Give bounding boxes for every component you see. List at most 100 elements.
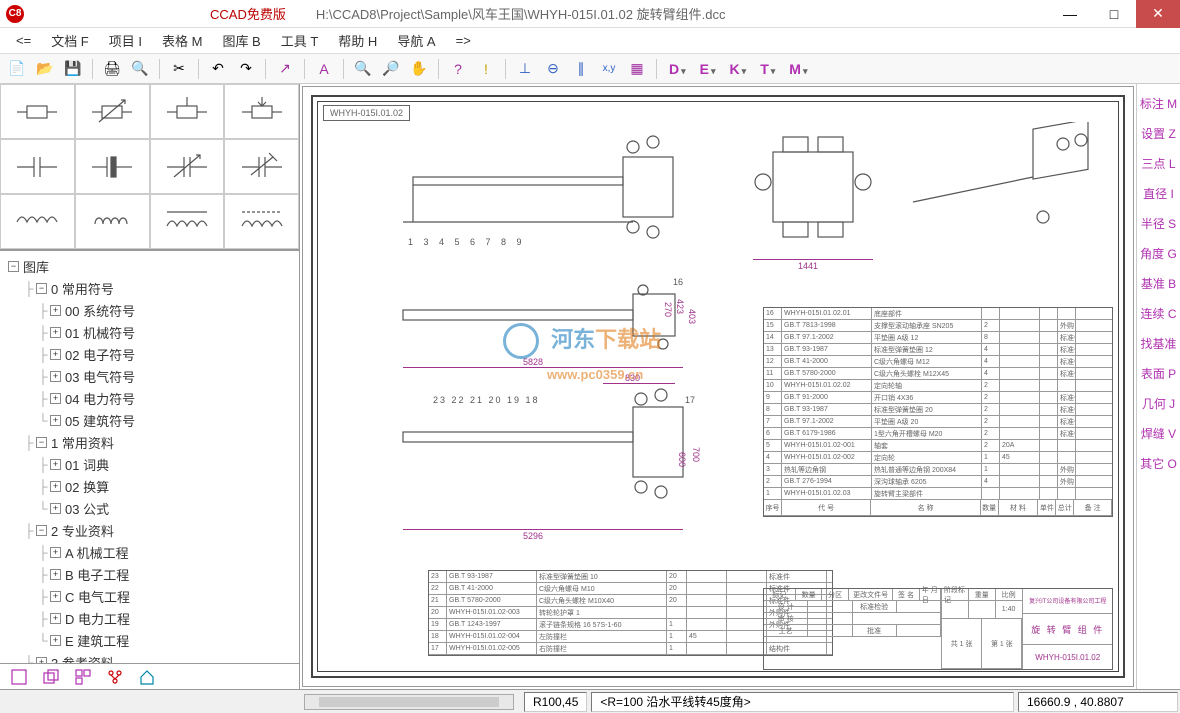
symbol-var-resistor[interactable] [75, 84, 150, 139]
tree-power-symbols[interactable]: ├+04 电力符号 [8, 387, 299, 409]
expand-icon[interactable]: + [50, 327, 61, 338]
home-panel-icon[interactable] [138, 668, 156, 686]
menu-document[interactable]: 文档 F [41, 28, 99, 53]
print-preview-icon[interactable]: 🔍 [127, 57, 153, 81]
cut-icon[interactable]: ✂ [166, 57, 192, 81]
symbol-capacitor[interactable] [0, 139, 75, 194]
perp-icon[interactable]: ⊥ [512, 57, 538, 81]
rtool-weld[interactable]: 焊缝 V [1137, 418, 1180, 448]
menu-tools[interactable]: 工具 T [271, 28, 329, 53]
expand-icon[interactable]: + [50, 503, 61, 514]
tree-electronic-eng[interactable]: ├+B 电子工程 [8, 563, 299, 585]
tool-k[interactable]: K▾ [724, 61, 753, 77]
tree-mech-symbols[interactable]: ├+01 机械符号 [8, 321, 299, 343]
rtool-find-datum[interactable]: 找基准 [1137, 328, 1180, 358]
tree-dictionary[interactable]: ├+01 词典 [8, 453, 299, 475]
tree-building-symbols[interactable]: └+05 建筑符号 [8, 409, 299, 431]
expand-icon[interactable]: + [50, 305, 61, 316]
tree-professional[interactable]: ├−2 专业资料 [8, 519, 299, 541]
rtool-radius[interactable]: 半径 S [1137, 208, 1180, 238]
tree-building-eng[interactable]: └+E 建筑工程 [8, 629, 299, 651]
tool-d[interactable]: D▾ [663, 61, 692, 77]
expand-icon[interactable]: + [50, 569, 61, 580]
rtool-surface[interactable]: 表面 P [1137, 358, 1180, 388]
expand-icon[interactable]: + [50, 393, 61, 404]
grid-icon[interactable]: ▦ [624, 57, 650, 81]
maximize-button[interactable]: □ [1092, 0, 1136, 28]
symbol-inductor2[interactable] [75, 194, 150, 249]
horizontal-scrollbar[interactable] [304, 694, 514, 710]
tool-t[interactable]: T▾ [754, 61, 781, 77]
collapse-icon[interactable]: − [36, 283, 47, 294]
symbol-polar-cap[interactable] [75, 139, 150, 194]
drawing-canvas[interactable]: WHYH-015I.01.02 1 3 4 5 6 7 8 9 1441 [302, 86, 1134, 687]
tree-system-symbols[interactable]: ├+00 系统符号 [8, 299, 299, 321]
expand-icon[interactable]: + [50, 613, 61, 624]
parallel-icon[interactable]: ∥ [568, 57, 594, 81]
rtool-3point[interactable]: 三点 L [1137, 148, 1180, 178]
symbol-trim-cap[interactable] [224, 139, 299, 194]
minimize-button[interactable]: — [1048, 0, 1092, 28]
expand-icon[interactable]: + [50, 591, 61, 602]
rtool-angle[interactable]: 角度 G [1137, 238, 1180, 268]
redo-icon[interactable]: ↷ [233, 57, 259, 81]
blocks-panel-icon[interactable] [74, 668, 92, 686]
rtool-datum[interactable]: 基准 B [1137, 268, 1180, 298]
expand-icon[interactable]: + [50, 635, 61, 646]
tree-electronic-symbols[interactable]: ├+02 电子符号 [8, 343, 299, 365]
symbol-resistor[interactable] [0, 84, 75, 139]
library-tree[interactable]: −图库 ├−0 常用符号 ├+00 系统符号 ├+01 机械符号 ├+02 电子… [0, 250, 299, 663]
expand-icon[interactable]: + [50, 547, 61, 558]
tree-common-symbols[interactable]: ├−0 常用符号 [8, 277, 299, 299]
tree-root[interactable]: −图库 [8, 255, 299, 277]
text-a-icon[interactable]: A [311, 57, 337, 81]
close-button[interactable]: ✕ [1136, 0, 1180, 28]
tree-electrical-symbols[interactable]: ├+03 电气符号 [8, 365, 299, 387]
tool-e[interactable]: E▾ [694, 61, 722, 77]
layers-panel-icon[interactable] [42, 668, 60, 686]
expand-icon[interactable]: + [50, 459, 61, 470]
menu-nav[interactable]: 导航 A [387, 28, 445, 53]
symbol-inductor-var[interactable] [224, 194, 299, 249]
tool-m[interactable]: M▾ [783, 61, 813, 77]
rtool-continuous[interactable]: 连续 C [1137, 298, 1180, 328]
zoom-out-icon[interactable]: 🔎 [378, 57, 404, 81]
rtool-diameter[interactable]: 直径 I [1137, 178, 1180, 208]
tree-mechanical-eng[interactable]: ├+A 机械工程 [8, 541, 299, 563]
print-icon[interactable]: 🖨 [99, 57, 125, 81]
network-panel-icon[interactable] [106, 668, 124, 686]
collapse-icon[interactable]: − [36, 437, 47, 448]
rtool-settings[interactable]: 设置 Z [1137, 118, 1180, 148]
collapse-icon[interactable]: − [36, 525, 47, 536]
menu-back[interactable]: <= [6, 30, 41, 51]
tree-electrical-eng[interactable]: ├+C 电气工程 [8, 585, 299, 607]
xy-icon[interactable]: x,y [596, 57, 622, 81]
tree-reference[interactable]: └+3 参考资料 [8, 651, 299, 663]
symbol-inductor-core[interactable] [150, 194, 225, 249]
menu-forward[interactable]: => [446, 30, 481, 51]
tree-common-data[interactable]: ├−1 常用资料 [8, 431, 299, 453]
save-icon[interactable]: 💾 [60, 57, 86, 81]
expand-icon[interactable]: + [50, 415, 61, 426]
tree-power-eng[interactable]: ├+D 电力工程 [8, 607, 299, 629]
tangent-icon[interactable]: ⊖ [540, 57, 566, 81]
menu-help[interactable]: 帮助 H [328, 28, 387, 53]
tree-formula[interactable]: └+03 公式 [8, 497, 299, 519]
open-folder-icon[interactable]: 📂 [32, 57, 58, 81]
menu-table[interactable]: 表格 M [152, 28, 212, 53]
collapse-icon[interactable]: − [8, 261, 19, 272]
library-panel-icon[interactable] [10, 668, 28, 686]
expand-icon[interactable]: + [50, 481, 61, 492]
new-file-icon[interactable]: 📄 [4, 57, 30, 81]
symbol-pot[interactable] [224, 84, 299, 139]
rtool-other[interactable]: 其它 O [1137, 448, 1180, 478]
menu-project[interactable]: 项目 I [99, 28, 152, 53]
symbol-var-cap[interactable] [150, 139, 225, 194]
undo-icon[interactable]: ↶ [205, 57, 231, 81]
rtool-annotate[interactable]: 标注 M [1137, 88, 1180, 118]
symbol-resistor-adj[interactable] [150, 84, 225, 139]
pan-icon[interactable]: ✋ [406, 57, 432, 81]
question-icon[interactable]: ? [445, 57, 471, 81]
symbol-inductor1[interactable] [0, 194, 75, 249]
expand-icon[interactable]: + [50, 349, 61, 360]
